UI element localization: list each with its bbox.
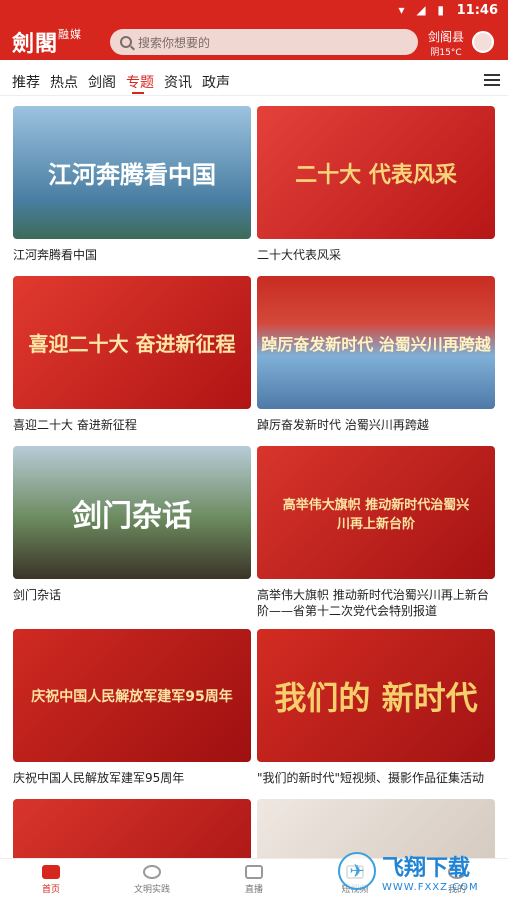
topic-card[interactable]: 二十大 代表风采 二十大代表风采 [257, 106, 495, 263]
card-thumbnail: 剑门杂话 [13, 446, 251, 579]
card-caption: 庆祝中国人民解放军建军95周年 [13, 771, 185, 785]
thumb-title: 踔厉奋发新时代 治蜀兴川再跨越 [261, 334, 491, 354]
tab-news[interactable]: 资讯 [164, 72, 192, 92]
topic-card[interactable]: 高举伟大旗帜 推动新时代治蜀兴川再上新台阶 高举伟大旗帜 推动新时代治蜀兴川再上… [257, 446, 495, 619]
card-thumbnail: 二十大 代表风采 [257, 106, 495, 239]
tab-topics[interactable]: 专题 [126, 72, 154, 94]
topic-card[interactable] [13, 799, 251, 858]
thumb-title: 我们的 新时代 [274, 678, 478, 717]
tab-politics[interactable]: 政声 [202, 72, 230, 92]
avatar[interactable] [472, 31, 494, 53]
topic-card[interactable]: 庆祝中国人民解放军建军95周年 庆祝中国人民解放军建军95周年 [13, 629, 251, 786]
card-thumbnail: 踔厉奋发新时代 治蜀兴川再跨越 [257, 276, 495, 409]
watermark-url: WWW.FXXZ.COM [382, 881, 479, 893]
status-time: 11:46 [456, 3, 498, 18]
card-thumbnail [13, 799, 251, 858]
card-caption: 踔厉奋发新时代 治蜀兴川再跨越 [257, 418, 429, 432]
heart-icon [143, 865, 161, 879]
nav-label: 文明实践 [133, 885, 170, 895]
card-caption: "我们的新时代"短视频、摄影作品征集活动 [257, 771, 485, 785]
thumb-title: 二十大 代表风采 [295, 162, 457, 188]
card-thumbnail: 江河奔腾看中国 [13, 106, 251, 239]
search-icon [120, 36, 132, 48]
thumb-title: 剑门杂话 [72, 498, 192, 534]
thumb-title: 喜迎二十大 奋进新征程 [28, 332, 236, 356]
search-bar[interactable]: 搜索你想要的 [110, 29, 418, 55]
thumb-title: 高举伟大旗帜 推动新时代治蜀兴川再上新台阶 [282, 497, 470, 532]
play-icon [245, 865, 263, 879]
topic-card[interactable]: 踔厉奋发新时代 治蜀兴川再跨越 踔厉奋发新时代 治蜀兴川再跨越 [257, 276, 495, 433]
card-thumbnail: 庆祝中国人民解放军建军95周年 [13, 629, 251, 762]
logo-tag: 融媒 [58, 28, 83, 41]
weather-widget[interactable]: 剑阁县 阴15°C [428, 28, 464, 58]
watermark-title: 飞翔下载 [382, 854, 471, 881]
status-icons: ▾ ◢ ▮ [398, 3, 448, 17]
card-thumbnail: 我们的 新时代 [257, 629, 495, 762]
category-tabs: 推荐 热点 剑阁 专题 资讯 政声 [0, 60, 508, 96]
card-thumbnail: 喜迎二十大 奋进新征程 [13, 276, 251, 409]
app-header: ▾ ◢ ▮ 11:46 劍閣融媒 搜索你想要的 剑阁县 阴15°C [0, 0, 508, 60]
tab-jiange[interactable]: 剑阁 [88, 72, 116, 92]
topic-card[interactable]: 剑门杂话 剑门杂话 [13, 446, 251, 603]
card-caption: 二十大代表风采 [257, 248, 342, 262]
watermark: ✈ 飞翔下载 WWW.FXXZ.COM [338, 846, 498, 896]
nav-civilization[interactable]: 文明实践 [117, 865, 187, 895]
nav-label: 直播 [244, 885, 263, 895]
weather-condition: 阴15°C [430, 48, 462, 58]
tab-recommend[interactable]: 推荐 [12, 72, 40, 92]
tab-hot[interactable]: 热点 [50, 72, 78, 92]
app-logo: 劍閣融媒 [12, 26, 82, 58]
topic-card[interactable]: 江河奔腾看中国 江河奔腾看中国 [13, 106, 251, 263]
logo-text: 劍閣 [12, 31, 59, 57]
status-bar: ▾ ◢ ▮ 11:46 [0, 0, 508, 22]
thumb-title: 江河奔腾看中国 [48, 161, 216, 189]
card-caption: 喜迎二十大 奋进新征程 [13, 418, 137, 432]
menu-icon[interactable] [484, 74, 500, 86]
weather-city: 剑阁县 [428, 30, 465, 44]
nav-home[interactable]: 首页 [16, 865, 86, 895]
home-icon [42, 865, 60, 879]
watermark-logo-icon: ✈ [338, 852, 376, 890]
thumb-title: 庆祝中国人民解放军建军95周年 [31, 688, 233, 705]
search-placeholder: 搜索你想要的 [138, 35, 211, 50]
card-caption: 江河奔腾看中国 [13, 248, 98, 262]
topic-grid: 江河奔腾看中国 江河奔腾看中国 二十大 代表风采 二十大代表风采 喜迎二十大 奋… [0, 96, 508, 858]
topic-card[interactable]: 喜迎二十大 奋进新征程 喜迎二十大 奋进新征程 [13, 276, 251, 433]
topic-card[interactable]: 我们的 新时代 "我们的新时代"短视频、摄影作品征集活动 [257, 629, 495, 786]
nav-live[interactable]: 直播 [219, 865, 289, 895]
card-thumbnail: 高举伟大旗帜 推动新时代治蜀兴川再上新台阶 [257, 446, 495, 579]
card-caption: 剑门杂话 [13, 588, 62, 602]
card-caption: 高举伟大旗帜 推动新时代治蜀兴川再上新台阶——省第十二次党代会特别报道 [257, 588, 489, 618]
nav-label: 首页 [41, 885, 60, 895]
